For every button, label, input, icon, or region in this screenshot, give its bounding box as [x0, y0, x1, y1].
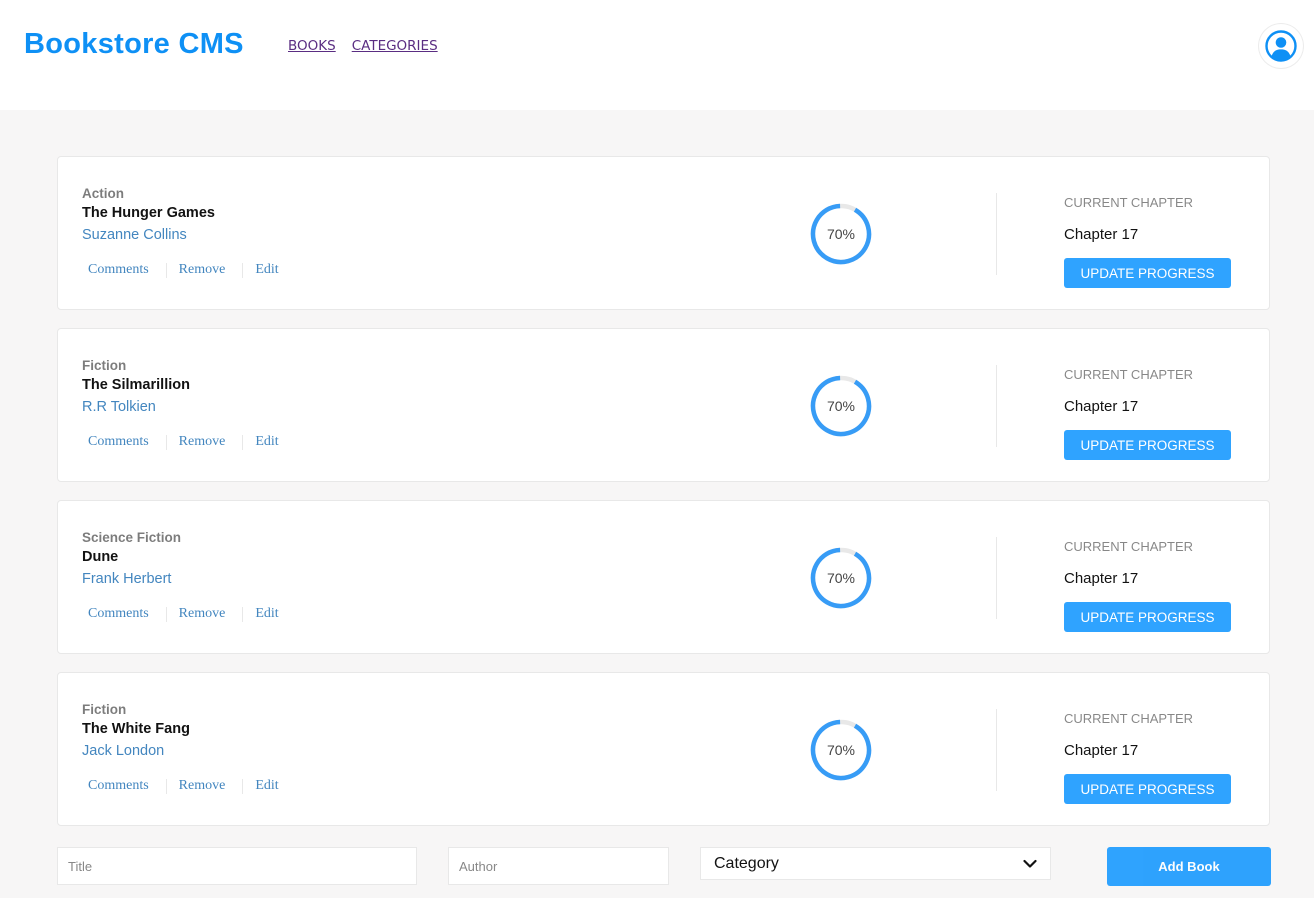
card-divider [996, 537, 997, 619]
book-category: Action [82, 186, 124, 201]
current-chapter-value: Chapter 17 [1064, 398, 1139, 415]
remove-button[interactable]: Remove [179, 434, 226, 450]
edit-button[interactable]: Edit [255, 262, 278, 278]
edit-button[interactable]: Edit [255, 606, 278, 622]
nav-link-categories[interactable]: CATEGORIES [352, 38, 438, 54]
action-divider [242, 778, 244, 794]
add-book-button[interactable]: Add Book [1107, 847, 1271, 886]
comments-button[interactable]: Comments [88, 434, 149, 450]
book-title: The White Fang [82, 721, 190, 737]
book-card: Fiction The White Fang Jack London Comme… [57, 672, 1270, 826]
book-actions: Comments Remove Edit [88, 434, 279, 450]
card-divider [996, 365, 997, 447]
book-actions: Comments Remove Edit [88, 262, 279, 278]
book-category: Fiction [82, 358, 127, 373]
current-chapter-label: CURRENT CHAPTER [1064, 711, 1194, 726]
book-actions: Comments Remove Edit [88, 606, 279, 622]
action-divider [242, 606, 244, 622]
nav-link-books[interactable]: BOOKS [288, 38, 336, 54]
edit-button[interactable]: Edit [255, 778, 278, 794]
card-divider [996, 709, 997, 791]
book-title: The Hunger Games [82, 205, 215, 221]
remove-button[interactable]: Remove [179, 778, 226, 794]
book-author[interactable]: Frank Herbert [82, 571, 171, 587]
book-actions: Comments Remove Edit [88, 778, 279, 794]
current-chapter-label: CURRENT CHAPTER [1064, 539, 1194, 554]
category-select[interactable]: Category [700, 847, 1051, 880]
card-divider [996, 193, 997, 275]
action-divider [165, 778, 167, 794]
edit-button[interactable]: Edit [255, 434, 278, 450]
book-author[interactable]: R.R Tolkien [82, 399, 156, 415]
comments-button[interactable]: Comments [88, 778, 149, 794]
book-author[interactable]: Jack London [82, 743, 164, 759]
title-input[interactable] [57, 847, 417, 885]
book-title: Dune [82, 549, 119, 565]
book-category: Fiction [82, 702, 127, 717]
remove-button[interactable]: Remove [179, 606, 226, 622]
book-author[interactable]: Suzanne Collins [82, 227, 187, 243]
progress-percent: 70% [826, 226, 856, 242]
action-divider [242, 434, 244, 450]
progress-percent: 70% [826, 742, 856, 758]
remove-button[interactable]: Remove [179, 262, 226, 278]
current-chapter-value: Chapter 17 [1064, 226, 1139, 243]
book-card: Science Fiction Dune Frank Herbert Comme… [57, 500, 1270, 654]
main-nav: BOOKS CATEGORIES [288, 38, 438, 54]
update-progress-button[interactable]: UPDATE PROGRESS [1064, 774, 1231, 804]
current-chapter-value: Chapter 17 [1064, 570, 1139, 587]
progress-percent: 70% [826, 398, 856, 414]
action-divider [165, 606, 167, 622]
book-card: Action The Hunger Games Suzanne Collins … [57, 156, 1270, 310]
app-logo: Bookstore CMS [24, 28, 244, 60]
chevron-down-icon [1023, 859, 1037, 868]
update-progress-button[interactable]: UPDATE PROGRESS [1064, 258, 1231, 288]
book-card: Fiction The Silmarillion R.R Tolkien Com… [57, 328, 1270, 482]
progress-percent: 70% [826, 570, 856, 586]
update-progress-button[interactable]: UPDATE PROGRESS [1064, 602, 1231, 632]
current-chapter-label: CURRENT CHAPTER [1064, 195, 1194, 210]
book-title: The Silmarillion [82, 377, 190, 393]
action-divider [165, 434, 167, 450]
current-chapter-value: Chapter 17 [1064, 742, 1139, 759]
action-divider [165, 262, 167, 278]
user-circle-icon [1265, 30, 1297, 62]
update-progress-button[interactable]: UPDATE PROGRESS [1064, 430, 1231, 460]
action-divider [242, 262, 244, 278]
book-category: Science Fiction [82, 530, 182, 545]
author-input[interactable] [448, 847, 669, 885]
category-select-value: Category [714, 854, 779, 872]
user-account-button[interactable] [1259, 24, 1303, 68]
app-header: Bookstore CMS BOOKS CATEGORIES [0, 0, 1314, 110]
comments-button[interactable]: Comments [88, 606, 149, 622]
comments-button[interactable]: Comments [88, 262, 149, 278]
current-chapter-label: CURRENT CHAPTER [1064, 367, 1194, 382]
